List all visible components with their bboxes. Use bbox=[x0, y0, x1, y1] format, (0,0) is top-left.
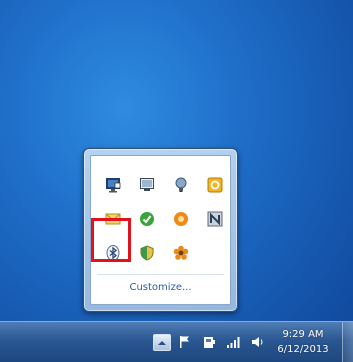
update-icon[interactable] bbox=[138, 210, 156, 228]
clock-time: 9:29 AM bbox=[282, 329, 324, 340]
clock-date: 6/12/2013 bbox=[277, 344, 329, 355]
clock[interactable]: 9:29 AM 6/12/2013 bbox=[272, 327, 334, 357]
orange-circle-icon[interactable] bbox=[172, 210, 190, 228]
notes-icon[interactable] bbox=[206, 176, 224, 194]
show-hidden-icons-button[interactable] bbox=[153, 334, 171, 351]
network-signal-icon[interactable] bbox=[225, 334, 241, 350]
network-monitor-icon[interactable] bbox=[206, 210, 224, 228]
chevron-up-icon bbox=[158, 340, 166, 345]
action-center-icon[interactable] bbox=[104, 176, 122, 194]
bulb-icon[interactable] bbox=[172, 176, 190, 194]
show-desktop-button[interactable] bbox=[342, 322, 353, 362]
flyout-divider bbox=[97, 274, 224, 275]
action-center-flag-icon[interactable] bbox=[177, 334, 193, 350]
bluetooth-highlight-box bbox=[91, 218, 131, 262]
security-shield-icon[interactable] bbox=[138, 244, 156, 262]
display-icon[interactable] bbox=[138, 176, 156, 194]
taskbar: 9:29 AM 6/12/2013 bbox=[0, 321, 353, 362]
flower-icon[interactable] bbox=[172, 244, 190, 262]
customize-link[interactable]: Customize... bbox=[91, 282, 230, 293]
power-plug-icon[interactable] bbox=[201, 334, 217, 350]
volume-icon[interactable] bbox=[249, 334, 265, 350]
